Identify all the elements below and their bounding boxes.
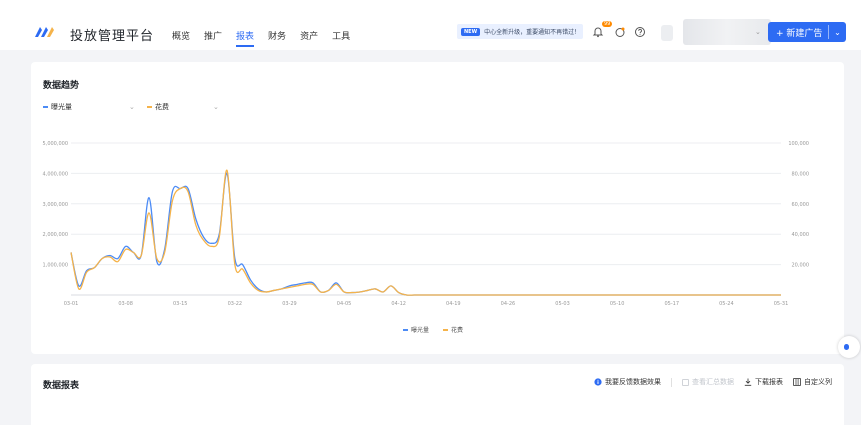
custom-columns-button[interactable]: 自定义列 <box>793 377 832 387</box>
x-tick-label: 04-19 <box>446 301 461 307</box>
nav-item-assets[interactable]: 资产 <box>300 28 318 47</box>
report-card: 数据报表 我要反馈数据效果 查看汇总数据 下载报表 自定义列 <box>31 364 844 425</box>
x-tick-label: 05-10 <box>610 301 625 307</box>
x-tick-label: 03-01 <box>64 301 79 307</box>
summary-label: 查看汇总数据 <box>692 378 734 386</box>
x-tick-label: 05-03 <box>555 301 570 307</box>
trend-card: 数据趋势 曝光量 ⌄ 花费 ⌄ 1,000,000 20,000 2,000,000… <box>31 62 844 354</box>
account-avatar[interactable] <box>661 25 673 41</box>
chevron-down-icon[interactable]: ⌄ <box>755 28 761 36</box>
assistant-icon <box>844 344 849 350</box>
y-left-tick-label: 3,000,000 <box>43 202 68 208</box>
legend-item-cost[interactable]: 花费 <box>443 325 463 334</box>
legend-marker <box>403 328 408 331</box>
nav-item-promotion[interactable]: 推广 <box>204 28 222 47</box>
x-tick-label: 03-22 <box>228 301 243 307</box>
y-left-tick-label: 4,000,000 <box>43 171 68 177</box>
legend-label: 曝光量 <box>411 327 430 334</box>
x-tick-label: 03-15 <box>173 301 188 307</box>
report-toolbar: 我要反馈数据效果 查看汇总数据 下载报表 自定义列 <box>594 377 832 387</box>
legend-label: 花费 <box>451 327 464 334</box>
y-left-tick-label: 2,000,000 <box>43 232 68 238</box>
x-tick-label: 05-17 <box>665 301 680 307</box>
legend-marker <box>443 328 449 331</box>
new-ad-label: + 新建广告 <box>776 28 823 39</box>
top-bar: 投放管理平台 概览 推广 报表 财务 资产 工具 NEW 中心全新升级，重要通知… <box>0 0 861 50</box>
y-left-tick-label: 1,000,000 <box>43 263 68 269</box>
x-tick-label: 04-12 <box>391 301 406 307</box>
main-nav: 概览 推广 报表 财务 资产 工具 <box>172 28 350 47</box>
columns-label: 自定义列 <box>804 378 832 386</box>
x-tick-label: 05-24 <box>719 301 734 307</box>
toolbar-divider <box>671 377 672 387</box>
x-tick-label: 04-05 <box>337 301 352 307</box>
report-title: 数据报表 <box>43 381 80 391</box>
x-tick-label: 05-31 <box>774 301 789 307</box>
nav-item-finance[interactable]: 财务 <box>268 28 286 47</box>
floating-assistant-button[interactable] <box>838 336 860 358</box>
columns-icon <box>793 378 801 386</box>
nav-item-tools[interactable]: 工具 <box>332 28 350 47</box>
y-right-tick-label: 80,000 <box>792 171 810 177</box>
y-right-tick-label: 20,000 <box>792 263 810 269</box>
y-right-tick-label: 100,000 <box>788 141 809 147</box>
new-badge: NEW <box>461 27 481 36</box>
logo-icon[interactable] <box>34 24 58 38</box>
x-tick-label: 04-26 <box>501 301 516 307</box>
bell-icon[interactable] <box>592 26 604 38</box>
notice-text: 中心全新升级，重要通知不再错过！ <box>484 29 581 36</box>
info-icon <box>594 378 602 386</box>
trend-chart[interactable]: 1,000,000 20,000 2,000,000 40,000 3,000,000 6… <box>31 62 844 322</box>
gift-icon[interactable] <box>614 26 626 38</box>
chart-legend: 曝光量 花费 <box>403 325 463 334</box>
chevron-down-icon[interactable]: ⌄ <box>829 28 846 37</box>
series-line-cost <box>70 169 781 296</box>
download-report-button[interactable]: 下载报表 <box>744 377 783 387</box>
download-label: 下载报表 <box>755 378 783 386</box>
help-icon[interactable] <box>634 26 646 38</box>
notification-count: 99 <box>602 21 613 27</box>
y-right-tick-label: 40,000 <box>792 232 810 238</box>
notice-banner[interactable]: NEW 中心全新升级，重要通知不再错过！ <box>457 24 583 39</box>
new-ad-button[interactable]: + 新建广告 ⌄ <box>768 22 846 42</box>
x-tick-label: 03-08 <box>118 301 133 307</box>
legend-item-exposure[interactable]: 曝光量 <box>403 325 429 334</box>
nav-item-reports[interactable]: 报表 <box>236 28 255 47</box>
checkbox[interactable] <box>682 378 689 386</box>
feedback-label: 我要反馈数据效果 <box>605 378 661 386</box>
y-left-tick-label: 5,000,000 <box>43 141 68 147</box>
nav-item-overview[interactable]: 概览 <box>172 28 190 47</box>
summary-checkbox[interactable]: 查看汇总数据 <box>682 377 734 387</box>
brand-title: 投放管理平台 <box>70 29 155 44</box>
feedback-link[interactable]: 我要反馈数据效果 <box>594 377 661 387</box>
y-right-tick-label: 60,000 <box>792 202 810 208</box>
download-icon <box>744 378 752 386</box>
x-tick-label: 03-29 <box>282 301 297 307</box>
